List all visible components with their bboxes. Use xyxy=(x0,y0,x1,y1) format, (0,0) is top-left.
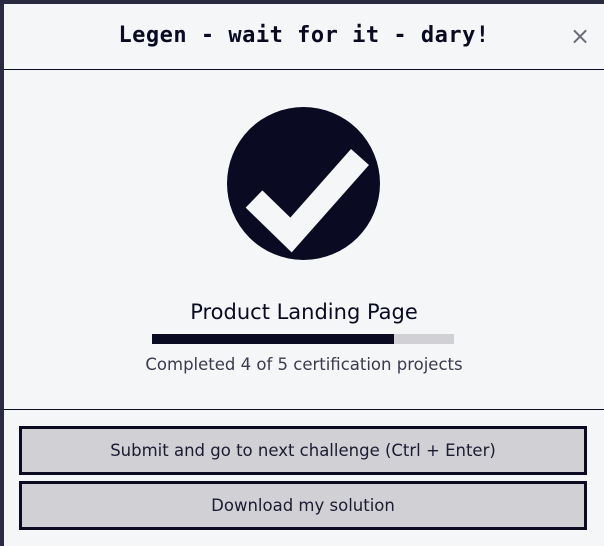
progress-text: Completed 4 of 5 certification projects xyxy=(145,355,463,374)
modal-footer: Submit and go to next challenge (Ctrl + … xyxy=(4,410,604,546)
completion-modal: Legen - wait for it - dary! × Product La… xyxy=(4,4,604,546)
check-circle-icon xyxy=(227,107,380,260)
progress-bar xyxy=(152,334,454,344)
challenge-name: Product Landing Page xyxy=(190,300,418,324)
submit-next-button[interactable]: Submit and go to next challenge (Ctrl + … xyxy=(19,426,587,475)
modal-body: Product Landing Page Completed 4 of 5 ce… xyxy=(4,70,604,410)
close-icon: × xyxy=(569,22,591,50)
close-button[interactable]: × xyxy=(566,22,594,50)
download-solution-button[interactable]: Download my solution xyxy=(19,481,587,530)
progress-bar-fill xyxy=(152,334,394,344)
modal-header: Legen - wait for it - dary! × xyxy=(4,4,604,70)
modal-title: Legen - wait for it - dary! xyxy=(118,23,490,48)
